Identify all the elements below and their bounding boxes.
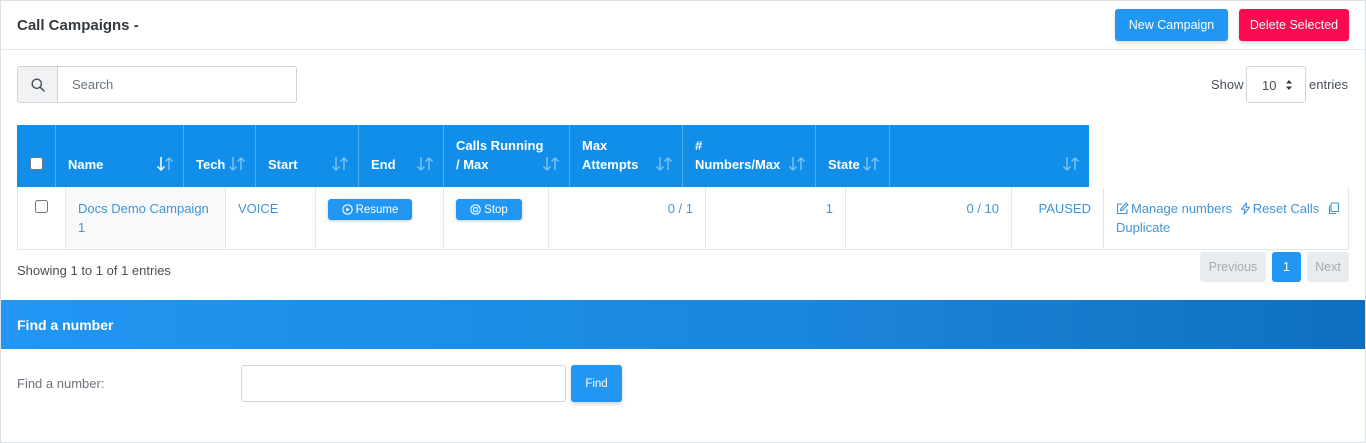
find-number-input[interactable] xyxy=(241,365,566,402)
numbers-max-value: 0 / 10 xyxy=(966,201,999,216)
resume-button[interactable]: Resume xyxy=(328,199,412,220)
edit-icon xyxy=(1116,202,1129,215)
manage-numbers-link[interactable]: Manage numbers xyxy=(1116,201,1232,216)
search-addon xyxy=(17,66,58,103)
entries-length-value: 10 xyxy=(1262,78,1277,93)
show-label: Show xyxy=(1211,77,1244,92)
pagination-page-1[interactable]: 1 xyxy=(1272,252,1301,282)
cell-max-attempts: 1 xyxy=(705,187,845,249)
bolt-icon xyxy=(1240,202,1250,215)
cell-end: Stop xyxy=(443,187,548,249)
sort-icon xyxy=(331,156,349,172)
sort-icon xyxy=(788,156,806,172)
page-frame: Call Campaigns - New Campaign Delete Sel… xyxy=(0,0,1366,443)
tech-value: VOICE xyxy=(238,201,279,216)
sort-icon xyxy=(862,156,880,172)
calls-running-value: 0 / 1 xyxy=(667,201,693,216)
play-circle-icon xyxy=(341,203,353,215)
table-row: Docs Demo Campaign 1 VOICE Resume Stop 0… xyxy=(17,187,1349,250)
new-campaign-button[interactable]: New Campaign xyxy=(1115,9,1228,41)
table-header: Name Tech Start End Calls Running / Max … xyxy=(17,125,1089,187)
card-header: Call Campaigns - New Campaign Delete Sel… xyxy=(1,1,1365,50)
cell-actions: Manage numbers Reset Calls Duplicate xyxy=(1103,187,1348,249)
header-select-all-cell xyxy=(17,125,55,187)
copy-icon xyxy=(1328,202,1339,215)
row-select-cell xyxy=(18,187,65,249)
select-all-checkbox[interactable] xyxy=(30,157,43,170)
find-number-header: Find a number xyxy=(1,300,1365,349)
column-header-numbers-max[interactable]: # Numbers/Max xyxy=(682,125,815,187)
sort-icon xyxy=(655,156,673,172)
status-badge: PAUSED xyxy=(1038,201,1092,216)
delete-selected-button[interactable]: Delete Selected xyxy=(1239,9,1349,41)
page-title: Call Campaigns - xyxy=(17,17,139,34)
sort-icon xyxy=(416,156,434,172)
campaign-name-link[interactable]: Docs Demo Campaign 1 xyxy=(78,199,218,237)
column-header-name[interactable]: Name xyxy=(55,125,183,187)
column-header-start[interactable]: Start xyxy=(255,125,358,187)
reset-calls-link[interactable]: Reset Calls xyxy=(1240,201,1319,216)
column-header-max-attempts[interactable]: Max Attempts xyxy=(569,125,682,187)
column-header-tech[interactable]: Tech xyxy=(183,125,255,187)
search-input[interactable] xyxy=(57,66,297,103)
cell-name: Docs Demo Campaign 1 xyxy=(65,187,225,249)
cell-start: Resume xyxy=(315,187,443,249)
find-number-label: Find a number: xyxy=(17,376,105,391)
stop-circle-icon xyxy=(470,203,481,215)
table-info: Showing 1 to 1 of 1 entries xyxy=(17,263,171,278)
sort-desc-icon xyxy=(156,156,174,172)
search-icon xyxy=(31,78,45,92)
cell-state: PAUSED xyxy=(1011,187,1103,249)
stop-button[interactable]: Stop xyxy=(456,199,522,220)
find-number-title: Find a number xyxy=(17,317,114,333)
cell-tech: VOICE xyxy=(225,187,315,249)
row-checkbox[interactable] xyxy=(35,200,48,213)
column-header-calls-running[interactable]: Calls Running / Max xyxy=(443,125,569,187)
pagination-next[interactable]: Next xyxy=(1307,252,1349,282)
cell-numbers-max: 0 / 10 xyxy=(845,187,1011,249)
entries-label: entries xyxy=(1309,77,1349,92)
max-attempts-value: 1 xyxy=(825,201,833,216)
cell-calls-running: 0 / 1 xyxy=(548,187,705,249)
sort-icon xyxy=(542,156,560,172)
column-header-actions[interactable] xyxy=(889,125,1089,187)
column-header-state[interactable]: State xyxy=(815,125,889,187)
find-button[interactable]: Find xyxy=(571,365,622,402)
sort-icon xyxy=(228,156,246,172)
entries-length-select[interactable]: 10 xyxy=(1246,66,1306,103)
sort-icon xyxy=(1062,156,1080,172)
select-arrows-icon xyxy=(1286,80,1292,90)
row-actions: Manage numbers Reset Calls Duplicate xyxy=(1116,199,1346,237)
column-header-end[interactable]: End xyxy=(358,125,443,187)
pagination-previous[interactable]: Previous xyxy=(1200,252,1266,282)
